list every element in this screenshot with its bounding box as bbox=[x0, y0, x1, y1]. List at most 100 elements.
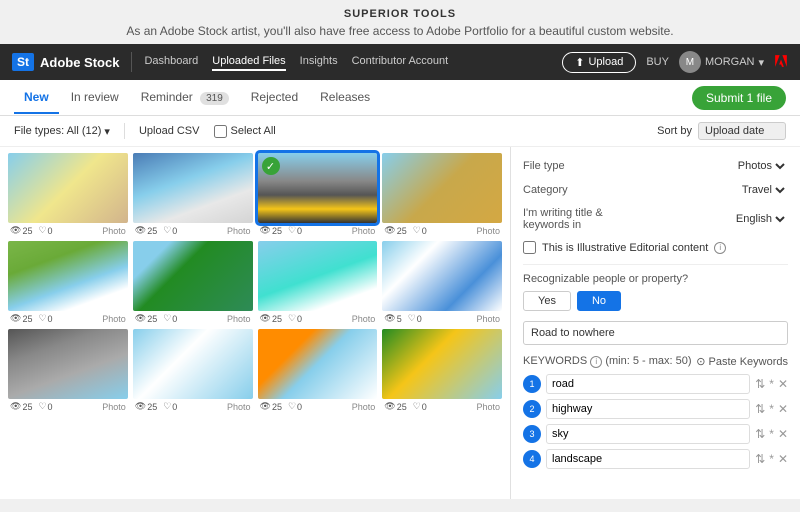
eye-icon: 👁 bbox=[384, 313, 395, 324]
language-select[interactable]: English Spanish French bbox=[643, 212, 788, 226]
editorial-checkbox[interactable] bbox=[523, 241, 536, 254]
image-tile[interactable]: 👁 25 ♡ 0 Photo bbox=[133, 241, 253, 324]
info-icon[interactable]: i bbox=[714, 242, 726, 254]
image-preview bbox=[133, 153, 253, 223]
image-footer: 👁 25 ♡ 0 Photo bbox=[133, 311, 253, 324]
like-count: 0 bbox=[297, 402, 302, 412]
image-type-label: Photo bbox=[352, 314, 376, 324]
nav-contributor-account[interactable]: Contributor Account bbox=[352, 53, 449, 71]
image-tile[interactable]: 👁 25 ♡ 0 Photo bbox=[8, 153, 128, 236]
img-stats: 👁 25 ♡ 0 bbox=[260, 225, 303, 236]
yes-button[interactable]: Yes bbox=[523, 291, 571, 311]
asterisk-icon[interactable]: * bbox=[769, 452, 774, 466]
image-grid: 👁 25 ♡ 0 Photo 👁 25 ♡ 0 Photo✓ 👁 25 ♡ 0 … bbox=[0, 147, 510, 499]
tab-rejected[interactable]: Rejected bbox=[241, 82, 308, 114]
like-icon: ♡ bbox=[163, 313, 171, 324]
image-type-label: Photo bbox=[102, 226, 126, 236]
keyword-row: 1 ⇅ * ✕ bbox=[523, 374, 788, 394]
image-tile[interactable]: 👁 25 ♡ 0 Photo bbox=[258, 329, 378, 412]
likes-stat: ♡ 0 bbox=[413, 225, 427, 236]
buy-button[interactable]: BUY bbox=[646, 56, 669, 68]
eye-icon: 👁 bbox=[10, 401, 21, 412]
asterisk-icon[interactable]: * bbox=[769, 377, 774, 391]
asterisk-icon[interactable]: * bbox=[769, 402, 774, 416]
brand-name: Adobe Stock bbox=[40, 55, 119, 70]
sort-icon[interactable]: ⇅ bbox=[755, 452, 765, 466]
image-tile[interactable]: 👁 5 ♡ 0 Photo bbox=[382, 241, 502, 324]
remove-keyword-icon[interactable]: ✕ bbox=[778, 402, 788, 416]
panel-category-row: Category Travel Nature Business bbox=[523, 183, 788, 197]
select-all-checkbox[interactable]: Select All bbox=[214, 125, 276, 138]
likes-stat: ♡ 0 bbox=[413, 401, 427, 412]
nav-uploaded-files[interactable]: Uploaded Files bbox=[212, 53, 285, 71]
yesno-row: Yes No bbox=[523, 291, 788, 311]
upload-csv-button[interactable]: Upload CSV bbox=[139, 125, 200, 137]
image-tile[interactable]: 👁 25 ♡ 0 Photo bbox=[8, 241, 128, 324]
st-logo: St bbox=[12, 53, 34, 71]
tab-releases[interactable]: Releases bbox=[310, 82, 380, 114]
tab-new[interactable]: New bbox=[14, 82, 59, 114]
remove-keyword-icon[interactable]: ✕ bbox=[778, 427, 788, 441]
like-count: 0 bbox=[48, 314, 53, 324]
image-tile[interactable]: 👁 25 ♡ 0 Photo bbox=[133, 153, 253, 236]
sort-icon[interactable]: ⇅ bbox=[755, 377, 765, 391]
image-tile[interactable]: ✓ 👁 25 ♡ 0 Photo bbox=[258, 153, 378, 236]
image-tile[interactable]: 👁 25 ♡ 0 Photo bbox=[8, 329, 128, 412]
keyword-number: 3 bbox=[523, 425, 541, 443]
no-button[interactable]: No bbox=[577, 291, 621, 311]
paste-keywords-button[interactable]: ⊙ Paste Keywords bbox=[696, 355, 788, 368]
user-name: MORGAN bbox=[705, 56, 755, 68]
nav-dashboard[interactable]: Dashboard bbox=[144, 53, 198, 71]
tab-reminder[interactable]: Reminder 319 bbox=[131, 82, 239, 114]
adobe-logo bbox=[774, 54, 788, 71]
keyword-input[interactable] bbox=[546, 399, 750, 419]
keyword-input[interactable] bbox=[546, 424, 750, 444]
reminder-badge: 319 bbox=[200, 92, 229, 105]
submit-button[interactable]: Submit 1 file bbox=[692, 86, 786, 110]
keywords-info-icon[interactable]: i bbox=[590, 356, 602, 368]
avatar: M bbox=[679, 51, 701, 73]
view-count: 25 bbox=[397, 226, 407, 236]
chevron-down-icon: ▾ bbox=[104, 125, 110, 138]
remove-keyword-icon[interactable]: ✕ bbox=[778, 452, 788, 466]
sort-select[interactable]: Upload date Title File type Status bbox=[698, 122, 786, 140]
tabs-bar: New In review Reminder 319 Rejected Rele… bbox=[0, 80, 800, 116]
keyword-input[interactable] bbox=[546, 449, 750, 469]
select-all-input[interactable] bbox=[214, 125, 227, 138]
user-menu[interactable]: M MORGAN ▾ bbox=[679, 51, 764, 73]
sort-icon[interactable]: ⇅ bbox=[755, 402, 765, 416]
navbar-right: ⬆ Upload BUY M MORGAN ▾ bbox=[562, 51, 788, 73]
image-tile[interactable]: 👁 25 ♡ 0 Photo bbox=[382, 153, 502, 236]
title-input[interactable] bbox=[523, 321, 788, 345]
img-stats: 👁 25 ♡ 0 bbox=[10, 225, 53, 236]
nav-insights[interactable]: Insights bbox=[300, 53, 338, 71]
remove-keyword-icon[interactable]: ✕ bbox=[778, 377, 788, 391]
view-count: 25 bbox=[22, 314, 32, 324]
image-footer: 👁 25 ♡ 0 Photo bbox=[382, 399, 502, 412]
like-count: 0 bbox=[297, 314, 302, 324]
image-tile[interactable]: 👁 25 ♡ 0 Photo bbox=[133, 329, 253, 412]
brand: St Adobe Stock bbox=[12, 53, 119, 71]
upload-button[interactable]: ⬆ Upload bbox=[562, 52, 636, 73]
file-type-select[interactable]: Photos Illustration Vector bbox=[643, 159, 788, 173]
image-tile[interactable]: 👁 25 ♡ 0 Photo bbox=[382, 329, 502, 412]
img-stats: 👁 25 ♡ 0 bbox=[384, 401, 427, 412]
tab-in-review[interactable]: In review bbox=[61, 82, 129, 114]
views-stat: 👁 25 bbox=[135, 313, 157, 324]
image-footer: 👁 25 ♡ 0 Photo bbox=[133, 223, 253, 236]
image-preview bbox=[8, 241, 128, 311]
like-count: 0 bbox=[48, 226, 53, 236]
category-select[interactable]: Travel Nature Business bbox=[643, 183, 788, 197]
image-footer: 👁 25 ♡ 0 Photo bbox=[8, 223, 128, 236]
asterisk-icon[interactable]: * bbox=[769, 427, 774, 441]
eye-icon: 👁 bbox=[260, 313, 271, 324]
views-stat: 👁 25 bbox=[135, 401, 157, 412]
file-types-dropdown[interactable]: File types: All (12) ▾ bbox=[14, 125, 110, 138]
keyword-actions: ⇅ * ✕ bbox=[755, 402, 788, 416]
sort-icon[interactable]: ⇅ bbox=[755, 427, 765, 441]
image-tile[interactable]: 👁 25 ♡ 0 Photo bbox=[258, 241, 378, 324]
likes-stat: ♡ 0 bbox=[163, 401, 177, 412]
check-badge: ✓ bbox=[262, 157, 280, 175]
keyword-input[interactable] bbox=[546, 374, 750, 394]
panel-file-type-row: File type Photos Illustration Vector bbox=[523, 159, 788, 173]
